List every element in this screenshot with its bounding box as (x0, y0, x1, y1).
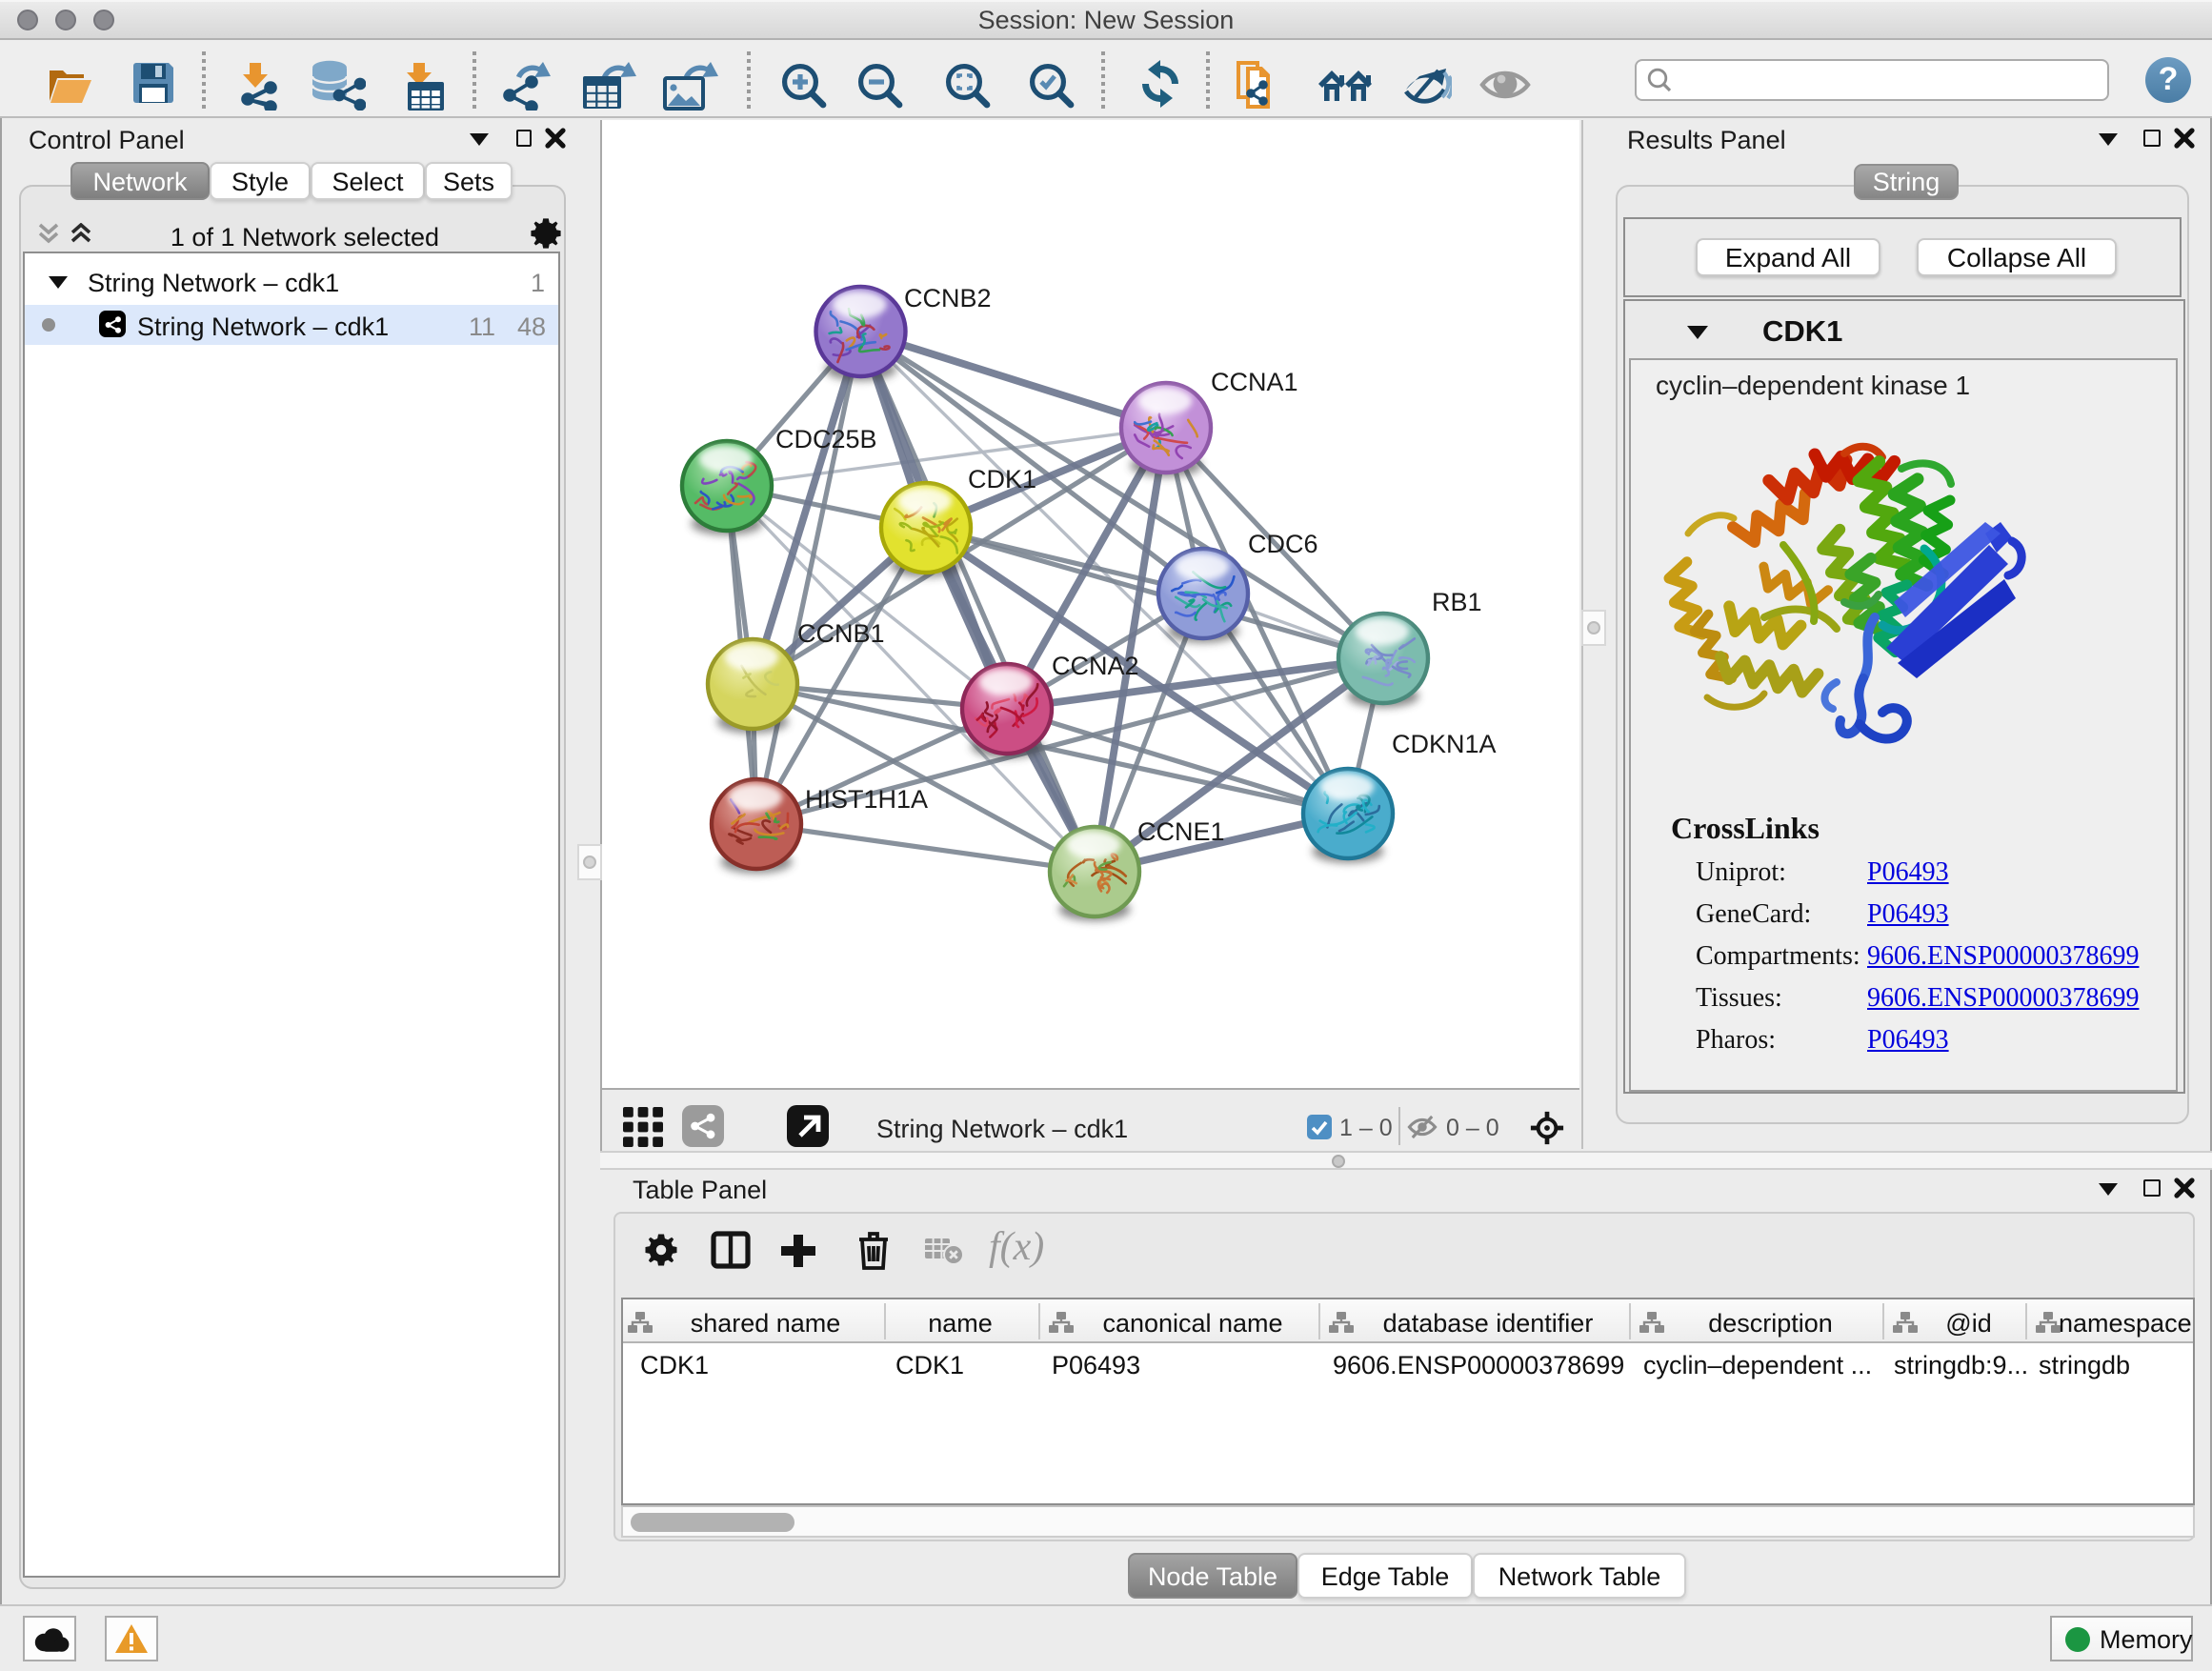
svg-text:RB1: RB1 (1432, 587, 1482, 615)
svg-text:CDC25B: CDC25B (775, 424, 877, 453)
svg-text:HIST1H1A: HIST1H1A (805, 784, 928, 813)
svg-text:CDKN1A: CDKN1A (1392, 729, 1497, 757)
svg-text:CDC6: CDC6 (1248, 529, 1318, 557)
svg-text:CDK1: CDK1 (968, 464, 1036, 493)
svg-text:CCNB1: CCNB1 (797, 618, 885, 647)
svg-text:CCNB2: CCNB2 (904, 283, 992, 312)
svg-text:CCNA1: CCNA1 (1211, 367, 1298, 395)
svg-text:CCNA2: CCNA2 (1052, 651, 1139, 679)
svg-text:CCNE1: CCNE1 (1137, 816, 1225, 845)
